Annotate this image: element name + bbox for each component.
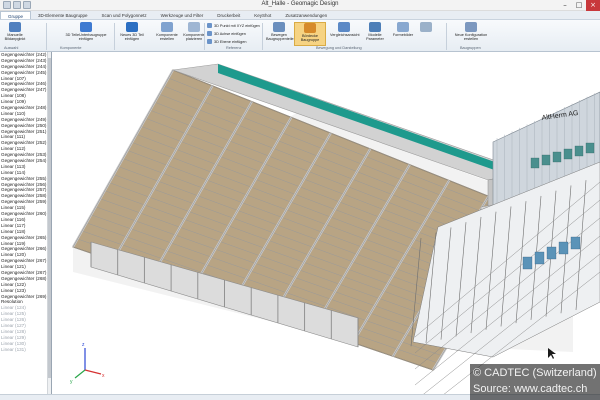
group-label-bewegung: Bewegung und Darstellung <box>316 46 362 50</box>
window-pane <box>541 154 551 166</box>
axis-icon <box>207 31 212 36</box>
part-icon <box>80 22 92 32</box>
new-part-icon <box>126 22 138 32</box>
section-icon <box>338 22 350 32</box>
ribbon-tabs: Gruppe 3D-Elemente Baugruppe Scan und Po… <box>0 11 600 20</box>
svg-text:x: x <box>102 373 105 379</box>
tab-3d-elemente[interactable]: 3D-Elemente Baugruppe <box>31 11 95 19</box>
create-component-button[interactable]: Komponente erstellen <box>152 22 182 46</box>
window-controls: – □ × <box>558 0 600 11</box>
insert-plane-button[interactable]: 3D Ebene einfügen <box>207 39 247 44</box>
insert-axis-button[interactable]: 3D Achse einfügen <box>207 31 246 36</box>
copyright-overlay: © CADTEC (Switzerland) G Source: www.cad… <box>470 364 600 400</box>
tab-werkzeuge[interactable]: Werkzeuge und Filter <box>154 11 211 19</box>
place-button[interactable]: Bewegen Baugruppenteile <box>266 22 294 46</box>
window-pane <box>570 236 581 250</box>
tab-druck[interactable]: Druckerbeit <box>210 11 247 19</box>
plane-icon <box>207 39 212 44</box>
move-assembly-button[interactable]: Bördecke Baugruppe <box>294 22 326 46</box>
source-line: Source: www.cadtec.ch <box>473 383 588 395</box>
tree-item[interactable]: Gegengewichter (265) <box>0 235 51 241</box>
building-model: AltHerm AG z x y <box>70 63 600 394</box>
window-pane <box>546 246 557 260</box>
tab-scan[interactable]: Scan und Polygonnetz <box>95 11 154 19</box>
tree-item[interactable]: Gegengewichter (249) <box>0 117 51 123</box>
compare-icon <box>369 22 381 32</box>
new-configuration-button[interactable]: Neue Konfiguration erstellen <box>450 22 492 46</box>
tree-item[interactable]: Gegengewichter (244) <box>0 64 51 70</box>
tree-item[interactable]: Gegengewichter (245) <box>0 70 51 76</box>
tree-item[interactable]: Gegengewichter (250) <box>0 123 51 129</box>
move-icon <box>304 23 316 33</box>
tab-gruppe[interactable]: Gruppe <box>0 11 32 19</box>
insert-part-button[interactable]: 3D TeileUnterbaugruppe einfügen <box>62 22 110 46</box>
manual-select-button[interactable]: Manuelle Bildanpglnkt <box>2 22 28 46</box>
compare-button[interactable]: Modelle Parameter <box>360 22 390 46</box>
window-pane <box>530 157 540 169</box>
group-label-auswahl: Auswahl <box>4 46 19 50</box>
group-label-referenz: Referenz <box>226 46 242 50</box>
copyright-line: © CADTEC (Switzerland) G <box>473 367 600 379</box>
tab-keyshot[interactable]: KeyShot <box>247 11 278 19</box>
group-label-baugruppen: Baugruppen <box>460 46 481 50</box>
component-icon <box>161 22 173 32</box>
feature-tree-scrollbar[interactable] <box>47 52 51 394</box>
window-pane <box>563 148 573 160</box>
tree-item[interactable]: Gegengewichter (243) <box>0 58 51 64</box>
minimize-icon[interactable]: – <box>558 0 572 11</box>
cursor-icon <box>9 22 21 32</box>
place-icon <box>188 22 200 32</box>
3d-viewport[interactable]: AltHerm AG z x y <box>53 52 600 394</box>
configuration-icon <box>465 22 477 32</box>
tab-zusatz[interactable]: Zusatzanwendungen <box>278 11 334 19</box>
group-label-komponente: Komponente <box>60 46 82 50</box>
window-pane <box>558 241 569 255</box>
tree-item[interactable]: Linear (131) <box>0 347 51 353</box>
section-button[interactable]: Vergleichsansicht <box>330 22 360 46</box>
new-part-button[interactable]: Neues 3D Teil einfügen <box>118 22 146 46</box>
insert-point-button[interactable]: 3D Punkt mit XYZ einfügen <box>207 23 260 28</box>
parameters-button[interactable]: Formebilder <box>392 22 414 46</box>
window-pane <box>574 145 584 157</box>
form-images-button[interactable] <box>414 22 438 46</box>
title-bar: Alt_Halle - Geomagic Design – □ × <box>0 0 600 11</box>
window-pane <box>534 251 545 265</box>
close-icon[interactable]: × <box>586 0 600 11</box>
parameters-icon <box>397 22 409 32</box>
axis-triad: z x y <box>70 342 105 385</box>
place-part-icon <box>273 22 285 32</box>
window-title: Alt_Halle - Geomagic Design <box>261 1 339 7</box>
tree-item[interactable]: Gegengewichter (255) <box>0 176 51 182</box>
svg-text:z: z <box>82 342 85 348</box>
point-icon <box>207 23 212 28</box>
window-pane <box>585 142 595 154</box>
scrollbar-thumb[interactable] <box>48 58 51 378</box>
feature-tree[interactable]: Gegengewichter (242) Gegengewichter (243)… <box>0 52 52 394</box>
tree-item[interactable]: Gegengewichter (268) <box>0 276 51 282</box>
maximize-icon[interactable]: □ <box>572 0 586 11</box>
feature-tree-list: Gegengewichter (242) Gegengewichter (243)… <box>0 52 51 352</box>
form-icon <box>420 22 432 32</box>
ribbon: Manuelle Bildanpglnkt 3D TeileUnterbaugr… <box>0 20 600 52</box>
window-pane <box>522 256 533 270</box>
tree-item[interactable]: Gegengewichter (267) <box>0 270 51 276</box>
svg-text:y: y <box>70 379 73 385</box>
window-pane <box>552 151 562 163</box>
